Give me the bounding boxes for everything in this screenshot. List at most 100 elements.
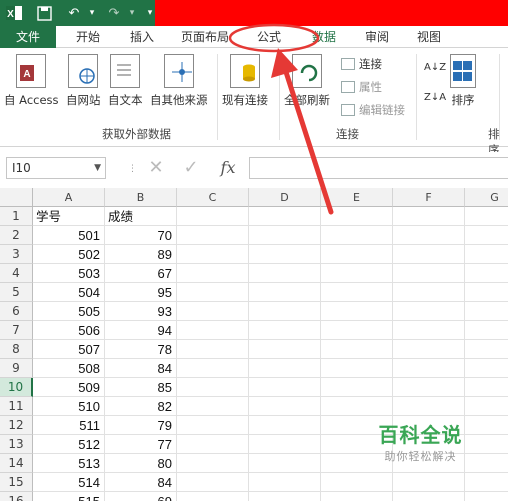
tab-insert[interactable]: 插入 [118, 26, 166, 48]
cell-b14[interactable]: 80 [105, 454, 177, 473]
cell-a7[interactable]: 506 [33, 321, 105, 340]
formula-input[interactable] [249, 157, 508, 179]
cell-b4[interactable]: 67 [105, 264, 177, 283]
cell-a12[interactable]: 511 [33, 416, 105, 435]
cell-g4[interactable] [465, 264, 508, 283]
cell-c2[interactable] [177, 226, 249, 245]
cell-f9[interactable] [393, 359, 465, 378]
properties-button[interactable]: 属性 [341, 79, 382, 95]
existing-connections-button[interactable]: 现有连接 [222, 54, 268, 108]
cell-d10[interactable] [249, 378, 321, 397]
cell-c16[interactable] [177, 492, 249, 501]
cell-a11[interactable]: 510 [33, 397, 105, 416]
column-header-b[interactable]: B [105, 188, 177, 207]
cell-d7[interactable] [249, 321, 321, 340]
tab-home[interactable]: 开始 [64, 26, 112, 48]
cell-d11[interactable] [249, 397, 321, 416]
cell-d3[interactable] [249, 245, 321, 264]
cell-b2[interactable]: 70 [105, 226, 177, 245]
cell-e16[interactable] [321, 492, 393, 501]
cell-g2[interactable] [465, 226, 508, 245]
cell-c15[interactable] [177, 473, 249, 492]
sort-descending-button[interactable]: Z↓A [424, 92, 446, 103]
enter-icon[interactable]: ✓ [178, 156, 204, 180]
cell-a2[interactable]: 501 [33, 226, 105, 245]
row-header[interactable]: 6 [0, 302, 33, 321]
cell-e1[interactable] [321, 207, 393, 226]
cell-a5[interactable]: 504 [33, 283, 105, 302]
cell-b10[interactable]: 85 [105, 378, 177, 397]
redo-dropdown-icon[interactable]: ▾ [122, 3, 142, 23]
cell-b9[interactable]: 84 [105, 359, 177, 378]
cell-c9[interactable] [177, 359, 249, 378]
cell-d15[interactable] [249, 473, 321, 492]
row-header[interactable]: 14 [0, 454, 33, 473]
tab-view[interactable]: 视图 [406, 26, 452, 48]
cell-g7[interactable] [465, 321, 508, 340]
cell-d9[interactable] [249, 359, 321, 378]
cell-d4[interactable] [249, 264, 321, 283]
row-header[interactable]: 16 [0, 492, 33, 501]
cell-e6[interactable] [321, 302, 393, 321]
cell-e3[interactable] [321, 245, 393, 264]
row-header[interactable]: 1 [0, 207, 33, 226]
cell-c11[interactable] [177, 397, 249, 416]
cell-c8[interactable] [177, 340, 249, 359]
cell-e4[interactable] [321, 264, 393, 283]
column-header-g[interactable]: G [465, 188, 508, 207]
cell-a1[interactable]: 学号 [33, 207, 105, 226]
from-other-sources-button[interactable]: 自其他来源 [150, 54, 208, 108]
tab-formulas[interactable]: 公式 [244, 26, 294, 48]
cell-a14[interactable]: 513 [33, 454, 105, 473]
cell-b13[interactable]: 77 [105, 435, 177, 454]
cell-d12[interactable] [249, 416, 321, 435]
cell-a3[interactable]: 502 [33, 245, 105, 264]
cell-c7[interactable] [177, 321, 249, 340]
sort-ascending-button[interactable]: A↓Z [424, 62, 446, 73]
tab-review[interactable]: 审阅 [354, 26, 400, 48]
cell-g8[interactable] [465, 340, 508, 359]
cell-d8[interactable] [249, 340, 321, 359]
cell-c10[interactable] [177, 378, 249, 397]
cell-d16[interactable] [249, 492, 321, 501]
row-header[interactable]: 4 [0, 264, 33, 283]
column-header-f[interactable]: F [393, 188, 465, 207]
row-header[interactable]: 10 [0, 378, 33, 397]
row-header[interactable]: 13 [0, 435, 33, 454]
cell-d1[interactable] [249, 207, 321, 226]
cell-d2[interactable] [249, 226, 321, 245]
cell-f11[interactable] [393, 397, 465, 416]
cell-b15[interactable]: 84 [105, 473, 177, 492]
cell-b3[interactable]: 89 [105, 245, 177, 264]
cell-e11[interactable] [321, 397, 393, 416]
cell-b11[interactable]: 82 [105, 397, 177, 416]
cell-f4[interactable] [393, 264, 465, 283]
cell-b12[interactable]: 79 [105, 416, 177, 435]
cell-g11[interactable] [465, 397, 508, 416]
cell-g3[interactable] [465, 245, 508, 264]
cell-g1[interactable] [465, 207, 508, 226]
cell-e5[interactable] [321, 283, 393, 302]
cell-g5[interactable] [465, 283, 508, 302]
cell-f16[interactable] [393, 492, 465, 501]
cell-c12[interactable] [177, 416, 249, 435]
cell-d6[interactable] [249, 302, 321, 321]
cell-b8[interactable]: 78 [105, 340, 177, 359]
row-header[interactable]: 12 [0, 416, 33, 435]
undo-icon[interactable]: ↶ [64, 3, 84, 23]
cell-a13[interactable]: 512 [33, 435, 105, 454]
column-header-c[interactable]: C [177, 188, 249, 207]
cell-g10[interactable] [465, 378, 508, 397]
cell-f1[interactable] [393, 207, 465, 226]
undo-dropdown-icon[interactable]: ▾ [82, 3, 102, 23]
cell-f6[interactable] [393, 302, 465, 321]
cell-d14[interactable] [249, 454, 321, 473]
redo-icon[interactable]: ↷ [104, 3, 124, 23]
cell-g6[interactable] [465, 302, 508, 321]
cell-g16[interactable] [465, 492, 508, 501]
select-all-corner[interactable] [0, 188, 33, 207]
cell-a15[interactable]: 514 [33, 473, 105, 492]
row-header[interactable]: 2 [0, 226, 33, 245]
row-header[interactable]: 8 [0, 340, 33, 359]
cell-f15[interactable] [393, 473, 465, 492]
